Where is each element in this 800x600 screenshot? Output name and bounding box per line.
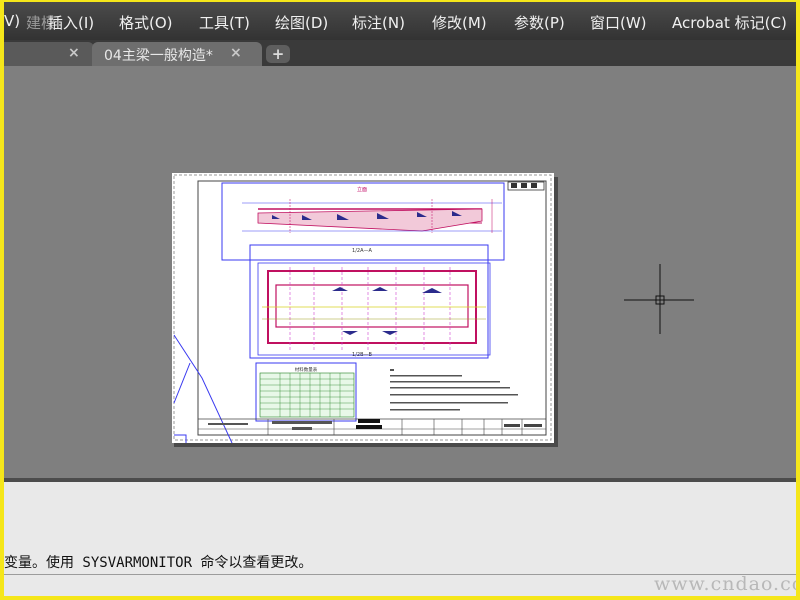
menu-dimension[interactable]: 标注(N) <box>352 12 405 33</box>
tab-previous-document[interactable]: × <box>4 42 94 66</box>
tab-active-document[interactable]: 04主梁一般构造* × <box>92 42 262 66</box>
menu-acrobat[interactable]: Acrobat 标记(C) <box>672 12 787 33</box>
close-icon[interactable]: × <box>68 45 80 61</box>
menu-tools[interactable]: 工具(T) <box>199 12 250 33</box>
drawing-canvas[interactable]: 立面 1/2A—A 1/2B—B 材料数量表 <box>4 66 796 478</box>
menu-view-label: V) <box>4 12 21 30</box>
command-line-panel: 变量。使用 SYSVARMONITOR 命令以查看更改。 www.cndao.c… <box>4 478 796 596</box>
autocad-window: V) 建模 插入(I) 格式(O) 工具(T) 绘图(D) 标注(N) 修改(M… <box>4 2 796 596</box>
close-icon[interactable]: × <box>230 45 242 61</box>
command-history-text: 变量。使用 SYSVARMONITOR 命令以查看更改。 <box>4 555 313 571</box>
crosshair-cursor <box>624 264 694 334</box>
watermark: www.cndao.com <box>654 573 796 595</box>
menu-modify[interactable]: 修改(M) <box>432 12 487 33</box>
new-tab-button[interactable]: + <box>266 45 290 63</box>
menu-insert[interactable]: 插入(I) <box>48 12 94 33</box>
document-tab-bar: × 04主梁一般构造* × + <box>4 40 796 66</box>
tab-label: 04主梁一般构造* <box>104 48 213 64</box>
menu-format[interactable]: 格式(O) <box>119 12 173 33</box>
section-a-label: 1/2A—A <box>352 248 372 254</box>
menu-bar: V) 建模 插入(I) 格式(O) 工具(T) 绘图(D) 标注(N) 修改(M… <box>4 2 796 40</box>
section-b-label: 1/2B—B <box>352 352 372 358</box>
menu-draw[interactable]: 绘图(D) <box>275 12 328 33</box>
elevation-title: 立面 <box>357 186 367 193</box>
menu-window[interactable]: 窗口(W) <box>590 12 647 33</box>
menu-parameters[interactable]: 参数(P) <box>514 12 565 33</box>
drawing-sheet-graphics: 立面 1/2A—A 1/2B—B 材料数量表 <box>173 174 552 444</box>
material-table-title: 材料数量表 <box>295 366 318 373</box>
layout-paper-sheet[interactable]: 立面 1/2A—A 1/2B—B 材料数量表 <box>172 173 554 444</box>
menu-view[interactable]: V) <box>4 12 20 30</box>
